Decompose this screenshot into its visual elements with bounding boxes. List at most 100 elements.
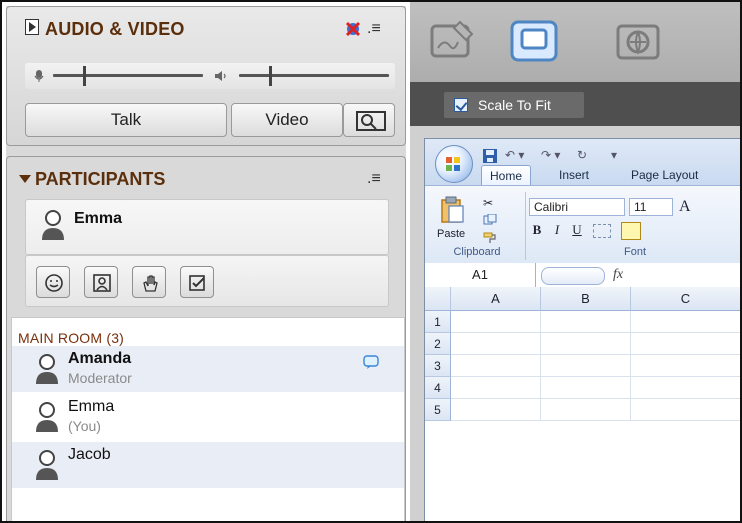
- spreadsheet-grid: A B C 1 2 3 4 5: [425, 287, 740, 521]
- current-user-card: Emma: [25, 199, 389, 255]
- room-label: MAIN ROOM (3): [18, 330, 125, 346]
- cell[interactable]: [451, 311, 541, 333]
- scale-to-fit-toggle[interactable]: Scale To Fit: [444, 92, 584, 118]
- web-tour-icon[interactable]: [608, 12, 668, 70]
- share-mode-tabs: [410, 2, 740, 83]
- save-icon[interactable]: [481, 147, 499, 165]
- font-size-select[interactable]: 11: [629, 198, 673, 216]
- bold-button[interactable]: B: [529, 222, 545, 238]
- row-header[interactable]: 4: [425, 377, 451, 399]
- person-icon: [42, 210, 64, 240]
- cell[interactable]: [631, 311, 740, 333]
- formula-actions[interactable]: [541, 267, 605, 285]
- cell[interactable]: [631, 333, 740, 355]
- formula-bar: A1 fx: [425, 263, 740, 288]
- camera-preview-button[interactable]: [343, 103, 395, 137]
- fx-label[interactable]: fx: [613, 267, 623, 283]
- cell[interactable]: [541, 377, 631, 399]
- undo-icon[interactable]: ↶ ▾: [505, 148, 524, 162]
- format-painter-icon[interactable]: [483, 232, 497, 244]
- participant-name: Emma: [68, 398, 115, 415]
- scale-toolbar: Scale To Fit: [410, 82, 740, 126]
- video-button[interactable]: Video: [231, 103, 343, 137]
- desktop-share-icon[interactable]: [504, 12, 564, 70]
- menu-icon[interactable]: .≡: [367, 21, 391, 37]
- participant-row[interactable]: Emma (You): [12, 394, 404, 440]
- participants-title: PARTICIPANTS: [35, 169, 166, 189]
- row-header[interactable]: 2: [425, 333, 451, 355]
- audio-video-panel: AUDIO & VIDEO .≡ Talk Video: [6, 6, 406, 146]
- font-label: Font: [623, 246, 646, 258]
- office-button[interactable]: [435, 145, 473, 183]
- status-button[interactable]: [180, 266, 214, 298]
- column-header[interactable]: C: [631, 287, 740, 311]
- column-header[interactable]: B: [541, 287, 631, 311]
- cell[interactable]: [451, 355, 541, 377]
- cell[interactable]: [451, 399, 541, 421]
- select-all-corner[interactable]: [425, 287, 451, 311]
- cell[interactable]: [541, 333, 631, 355]
- person-icon: [36, 354, 58, 384]
- refresh-icon[interactable]: ↻: [577, 148, 587, 162]
- participant-row[interactable]: Jacob: [12, 442, 404, 488]
- talk-button[interactable]: Talk: [25, 103, 227, 137]
- chat-icon[interactable]: [362, 354, 380, 370]
- qat-dropdown-icon[interactable]: ▾: [611, 148, 617, 162]
- font-name-select[interactable]: Calibri: [529, 198, 625, 216]
- office-logo-icon: [446, 157, 460, 171]
- column-header[interactable]: A: [451, 287, 541, 311]
- profile-icon: [93, 274, 111, 292]
- borders-icon[interactable]: [593, 224, 611, 238]
- copy-icon[interactable]: [483, 214, 497, 226]
- participant-name: Jacob: [68, 446, 111, 463]
- fill-color-icon[interactable]: [621, 222, 641, 240]
- av-settings-icon[interactable]: [343, 19, 365, 39]
- paste-icon[interactable]: [437, 194, 465, 224]
- emoticon-button[interactable]: [36, 266, 70, 298]
- cell[interactable]: [541, 355, 631, 377]
- ribbon: Paste ✂ Clipboard Calibri 11 A B I U Fon…: [425, 185, 740, 265]
- tab-insert[interactable]: Insert: [559, 165, 589, 185]
- raise-hand-button[interactable]: [132, 266, 166, 298]
- collapse-toggle[interactable]: [25, 19, 39, 35]
- clipboard-group: Paste ✂ Clipboard: [429, 192, 526, 260]
- cut-icon[interactable]: ✂: [483, 196, 493, 210]
- participant-role: (You): [68, 418, 101, 434]
- row-header[interactable]: 3: [425, 355, 451, 377]
- checkbox-status-icon: [189, 275, 205, 291]
- italic-button[interactable]: I: [549, 222, 565, 238]
- participants-collapse-icon[interactable]: [19, 175, 31, 183]
- left-panel: AUDIO & VIDEO .≡ Talk Video PARTICIPANTS…: [6, 6, 406, 521]
- scale-to-fit-checkbox[interactable]: [454, 98, 468, 112]
- menu-icon[interactable]: .≡: [367, 171, 391, 187]
- row-header[interactable]: 5: [425, 399, 451, 421]
- speaker-slider-track[interactable]: [239, 74, 389, 77]
- whiteboard-icon[interactable]: [422, 12, 482, 70]
- raise-hand-icon: [143, 275, 158, 292]
- cell[interactable]: [631, 377, 740, 399]
- tab-page-layout[interactable]: Page Layout: [631, 165, 698, 185]
- underline-button[interactable]: U: [569, 222, 585, 238]
- person-icon: [36, 402, 58, 432]
- grow-font-icon[interactable]: A: [679, 198, 691, 216]
- microphone-icon: [34, 70, 44, 82]
- cell[interactable]: [541, 311, 631, 333]
- mic-slider-track[interactable]: [53, 74, 203, 77]
- scale-to-fit-label: Scale To Fit: [478, 97, 551, 113]
- mic-slider-knob[interactable]: [83, 66, 86, 86]
- speaker-slider-knob[interactable]: [269, 66, 272, 86]
- profile-button[interactable]: [84, 266, 118, 298]
- tab-home[interactable]: Home: [481, 165, 532, 186]
- quick-access-toolbar: ↶ ▾ ↷ ▾ ↻ ▾: [481, 147, 661, 165]
- cell[interactable]: [541, 399, 631, 421]
- redo-icon[interactable]: ↷ ▾: [541, 148, 560, 162]
- cell[interactable]: [451, 377, 541, 399]
- camera-preview-icon: [356, 111, 386, 131]
- cell[interactable]: [451, 333, 541, 355]
- audio-video-title: AUDIO & VIDEO: [45, 19, 185, 39]
- row-header[interactable]: 1: [425, 311, 451, 333]
- cell[interactable]: [631, 399, 740, 421]
- name-box[interactable]: A1: [425, 263, 536, 287]
- participant-row[interactable]: Amanda Moderator: [12, 346, 404, 392]
- cell[interactable]: [631, 355, 740, 377]
